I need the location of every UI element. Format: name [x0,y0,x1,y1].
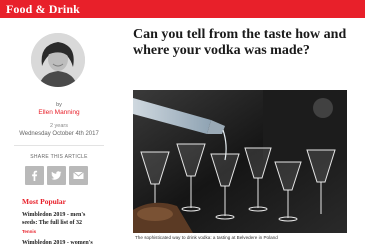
author-name[interactable]: Ellen Manning [0,109,118,116]
article-age: 2 years [49,123,69,129]
share-label: SHARE THIS ARTICLE [30,154,88,160]
article-date: Wednesday October 4th 2017 [19,131,99,137]
image-caption: The sophisticated way to drink vodka: a … [135,235,278,240]
section-title[interactable]: Food & Drink [6,2,80,17]
author-avatar[interactable] [31,33,85,87]
top-bar: Food & Drink [0,0,365,18]
most-popular-heading: Most Popular [22,197,66,206]
popular-item-1-tag[interactable]: Tennis [22,229,36,234]
share-twitter-button[interactable] [47,166,66,185]
article-headline: Can you tell from the taste how and wher… [133,27,347,58]
email-icon [73,171,84,179]
twitter-icon [51,171,62,180]
facebook-icon [32,170,38,181]
divider [14,145,104,146]
author-sidebar: by Ellen Manning 2 years Wednesday Octob… [0,18,118,250]
share-facebook-button[interactable] [25,166,44,185]
share-email-button[interactable] [69,166,88,185]
hero-image [133,90,347,233]
popular-item-2[interactable]: Wimbledon 2019 - women's [22,240,102,248]
byline-prefix: by [56,102,62,108]
popular-item-1[interactable]: Wimbledon 2019 - men's seeds: The full l… [22,212,102,227]
